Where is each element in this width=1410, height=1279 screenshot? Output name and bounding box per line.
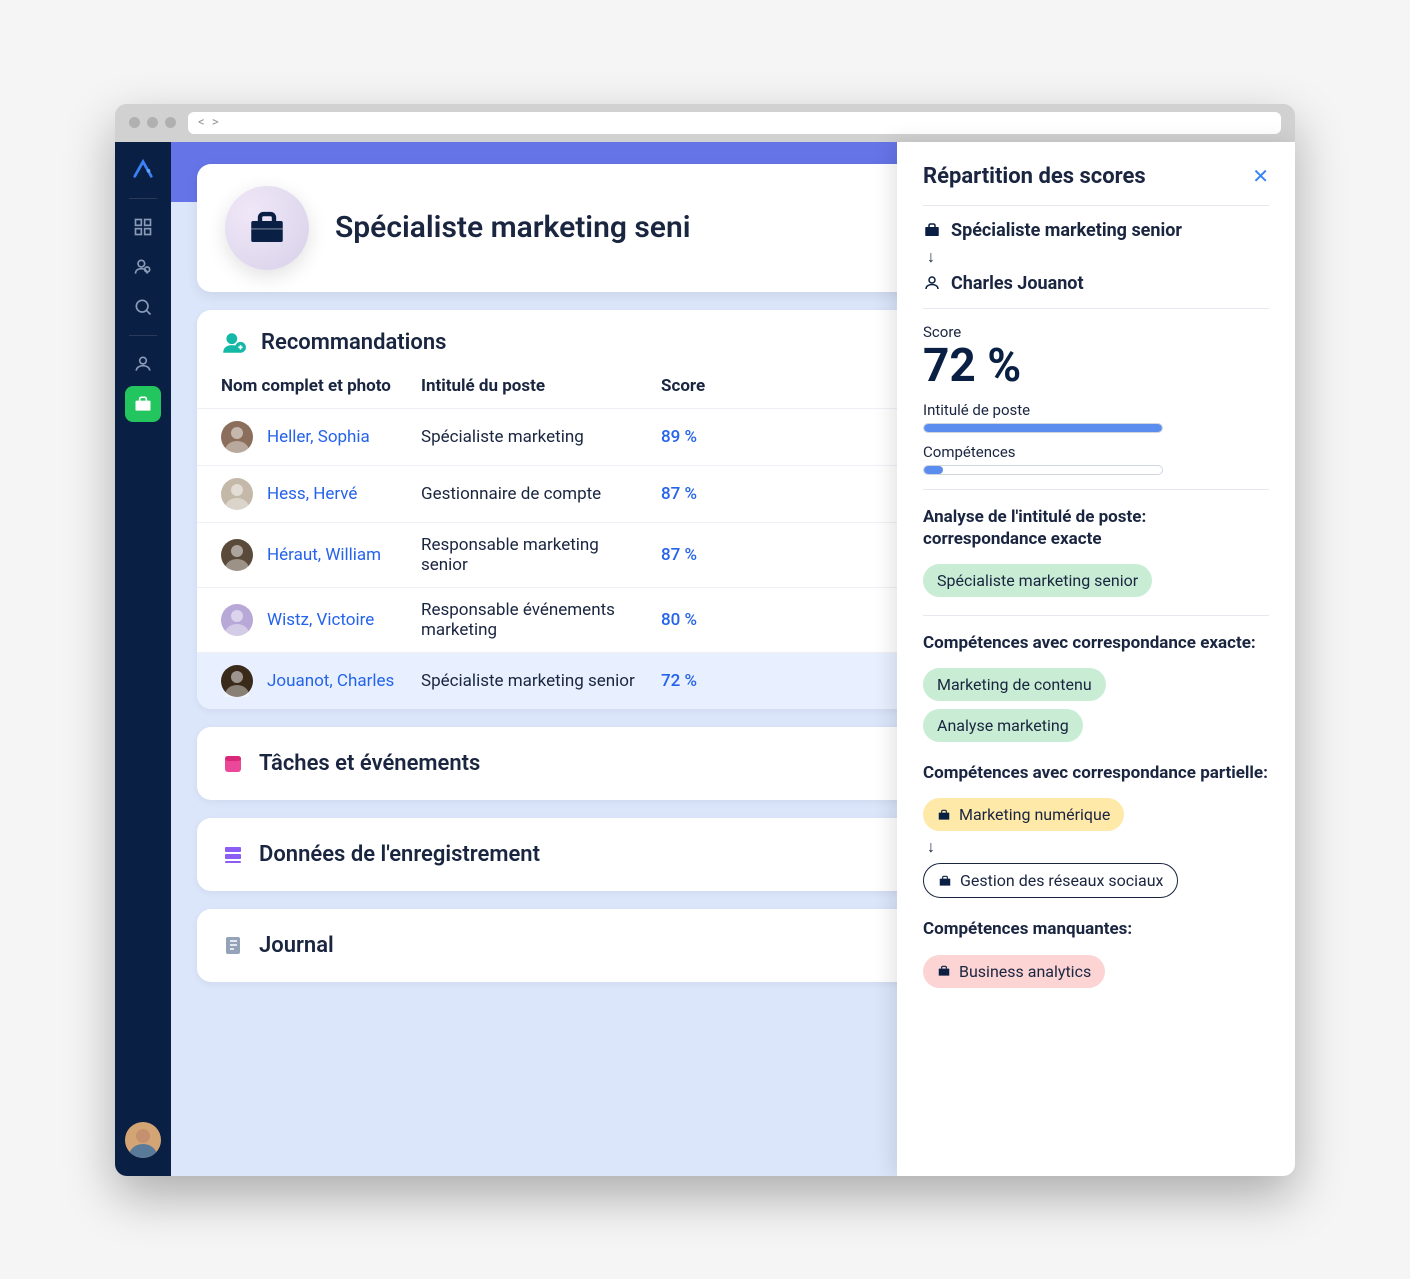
score-label: Score xyxy=(923,323,1269,341)
person-icon xyxy=(923,274,941,292)
partial-heading: Compétences avec correspondance partiell… xyxy=(923,762,1269,784)
person-icon[interactable] xyxy=(125,346,161,382)
person-link[interactable]: Héraut, William xyxy=(267,545,421,565)
avatar xyxy=(221,665,253,697)
col-title-header: Intitulé du poste xyxy=(421,376,661,396)
person-link[interactable]: Wistz, Victoire xyxy=(267,610,421,630)
traffic-dot[interactable] xyxy=(129,117,140,128)
avatar xyxy=(221,421,253,453)
sidebar xyxy=(115,142,171,1176)
score-cell: 87 % xyxy=(661,545,697,565)
arrow-down-icon: ↓ xyxy=(927,247,1269,267)
briefcase-icon xyxy=(225,186,309,270)
skill-pill: Marketing de contenu xyxy=(923,668,1106,701)
job-title-cell: Responsable marketing senior xyxy=(421,535,661,575)
calendar-icon xyxy=(221,751,245,775)
job-title-cell: Spécialiste marketing senior xyxy=(421,671,661,691)
person-link[interactable]: Hess, Hervé xyxy=(267,484,421,504)
score-panel: Répartition des scores ✕ Spécialiste mar… xyxy=(897,142,1295,1176)
page-title: Spécialiste marketing seni xyxy=(335,210,691,245)
score-value: 72 % xyxy=(923,341,1269,392)
traffic-dot[interactable] xyxy=(165,117,176,128)
col-score-header: Score xyxy=(661,376,721,396)
close-icon[interactable]: ✕ xyxy=(1252,164,1269,188)
bar1-label: Intitulé de poste xyxy=(923,401,1269,419)
panel-title: Répartition des scores xyxy=(923,164,1146,189)
avatar xyxy=(221,478,253,510)
avatar xyxy=(221,604,253,636)
archive-icon xyxy=(221,842,245,866)
user-group-icon[interactable] xyxy=(125,249,161,285)
nav-arrows-icon: < > xyxy=(198,115,221,130)
search-icon[interactable] xyxy=(125,289,161,325)
briefcase-icon[interactable] xyxy=(125,386,161,422)
grid-icon[interactable] xyxy=(125,209,161,245)
partial-to-pill: Gestion des réseaux sociaux xyxy=(923,863,1178,898)
person-link[interactable]: Heller, Sophia xyxy=(267,427,421,447)
missing-heading: Compétences manquantes: xyxy=(923,918,1269,940)
briefcase-icon xyxy=(937,964,951,978)
titlebar: < > xyxy=(115,104,1295,142)
score-cell: 89 % xyxy=(661,427,697,447)
person-link[interactable]: Jouanot, Charles xyxy=(267,671,421,691)
briefcase-icon xyxy=(938,874,952,888)
job-title-cell: Gestionnaire de compte xyxy=(421,484,661,504)
url-bar[interactable]: < > xyxy=(188,112,1281,134)
traffic-dot[interactable] xyxy=(147,117,158,128)
score-cell: 80 % xyxy=(661,610,697,630)
skill-pill: Analyse marketing xyxy=(923,709,1083,742)
match-pill: Spécialiste marketing senior xyxy=(923,564,1152,597)
user-check-icon xyxy=(221,330,247,356)
missing-pill: Business analytics xyxy=(923,955,1105,988)
briefcase-icon xyxy=(937,808,951,822)
score-cell: 72 % xyxy=(661,671,697,691)
person-row: Charles Jouanot xyxy=(923,273,1269,294)
exact-heading: Compétences avec correspondance exacte: xyxy=(923,632,1269,654)
job-row: Spécialiste marketing senior xyxy=(923,220,1269,241)
traffic-lights xyxy=(129,117,176,128)
col-name-header: Nom complet et photo xyxy=(221,376,421,396)
bar-skills xyxy=(923,465,1163,475)
logo-icon[interactable] xyxy=(132,158,154,180)
analysis-heading: Analyse de l'intitulé de poste: correspo… xyxy=(923,506,1269,550)
avatar xyxy=(221,539,253,571)
arrow-down-icon: ↓ xyxy=(927,837,1269,857)
briefcase-icon xyxy=(923,221,941,239)
journal-icon xyxy=(221,933,245,957)
job-title-cell: Responsable événements marketing xyxy=(421,600,661,640)
partial-from-pill: Marketing numérique xyxy=(923,798,1124,831)
bar-title xyxy=(923,423,1163,433)
score-cell: 87 % xyxy=(661,484,697,504)
bar2-label: Compétences xyxy=(923,443,1269,461)
user-avatar[interactable] xyxy=(125,1122,161,1158)
job-title-cell: Spécialiste marketing xyxy=(421,427,661,447)
